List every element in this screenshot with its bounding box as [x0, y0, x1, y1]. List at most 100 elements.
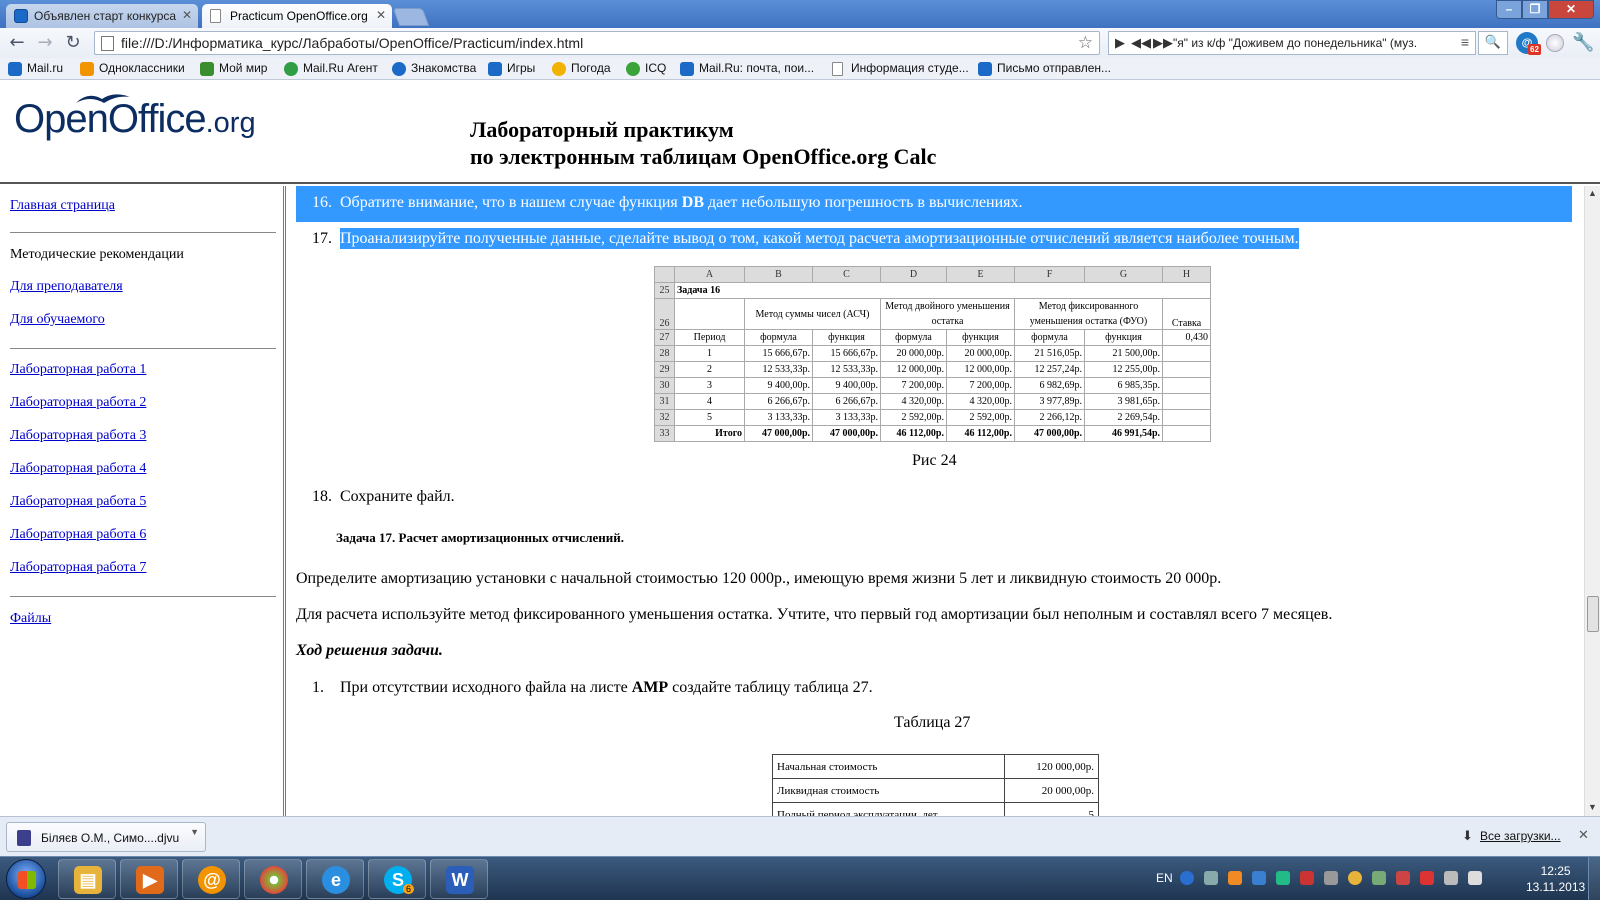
- play-icon[interactable]: ▶: [1115, 35, 1125, 51]
- taskbar-app-chrome[interactable]: [244, 859, 302, 899]
- bookmark-item[interactable]: Письмо отправлен...: [978, 61, 1111, 76]
- download-arrow-icon: ⬇: [1462, 828, 1473, 843]
- network-icon[interactable]: [1204, 871, 1218, 885]
- row-header: 30: [654, 377, 675, 394]
- tray-app-icon[interactable]: [1324, 871, 1338, 885]
- nav-lab-2-link[interactable]: Лабораторная работа 2: [10, 395, 146, 411]
- bookmark-star-icon[interactable]: ☆: [1078, 33, 1093, 53]
- media-player-widget[interactable]: ▶ ◀◀ ▶▶ "я" из к/ф "Доживем до понедельн…: [1108, 31, 1476, 55]
- sheet-cell: [1162, 393, 1211, 410]
- search-icon[interactable]: 🔍: [1478, 31, 1508, 55]
- new-tab-button[interactable]: [392, 8, 430, 26]
- page-header: OpenOffice.org Лабораторный практикум по…: [0, 81, 1600, 184]
- bookmark-label: Mail.Ru Агент: [303, 61, 378, 75]
- nav-student-link[interactable]: Для обучаемого: [10, 312, 105, 328]
- close-tab-icon[interactable]: ✕: [376, 8, 386, 22]
- bookmark-item[interactable]: Информация студе...: [832, 61, 969, 76]
- fast-forward-icon[interactable]: ▶▶: [1153, 35, 1173, 51]
- tray-app-icon[interactable]: [1348, 871, 1362, 885]
- tray-app-icon[interactable]: [1300, 871, 1314, 885]
- all-downloads-link[interactable]: ⬇ Все загрузки...: [1462, 828, 1561, 843]
- row-header: 28: [654, 345, 675, 362]
- reload-icon[interactable]: ↻: [62, 32, 84, 54]
- rewind-icon[interactable]: ◀◀: [1131, 35, 1151, 51]
- show-desktop-button[interactable]: [1588, 857, 1600, 900]
- scroll-down-arrow-icon[interactable]: ▼: [1588, 802, 1597, 812]
- mail-agent-icon[interactable]: @62: [1516, 32, 1541, 55]
- antivirus-icon[interactable]: [1276, 871, 1290, 885]
- extension-icon[interactable]: [1546, 34, 1564, 52]
- table-27: Начальная стоимость 120 000,00р. Ликвидн…: [772, 754, 1099, 816]
- download-item[interactable]: Біляєв О.М., Симо....djvu ▼: [6, 822, 206, 852]
- bookmark-item[interactable]: Одноклассники: [80, 61, 185, 76]
- bookmark-label: Mail.Ru: почта, пои...: [699, 61, 815, 75]
- wrench-icon[interactable]: 🔧: [1572, 32, 1594, 53]
- close-window-button[interactable]: ✕: [1548, 0, 1594, 19]
- vertical-scrollbar[interactable]: ▲ ▼: [1584, 186, 1600, 816]
- table-cell: Начальная стоимость: [772, 754, 1005, 779]
- signal-icon[interactable]: [1444, 871, 1458, 885]
- start-button[interactable]: [6, 859, 46, 899]
- taskbar-app-word[interactable]: W: [430, 859, 488, 899]
- bookmark-item[interactable]: ICQ: [626, 61, 666, 76]
- nav-lab-5-link[interactable]: Лабораторная работа 5: [10, 494, 146, 510]
- taskbar-app-skype[interactable]: S 6: [368, 859, 426, 899]
- seagull-logo-icon: [76, 94, 130, 103]
- scroll-up-arrow-icon[interactable]: ▲: [1588, 188, 1597, 198]
- solution-step-1: 1. При отсутствии исходного файла на лис…: [312, 679, 873, 697]
- close-icon[interactable]: ✕: [1578, 827, 1589, 843]
- address-bar[interactable]: file:///D:/Информатика_курс/Лабработы/Op…: [94, 31, 1100, 55]
- clock[interactable]: 12:25 13.11.2013: [1526, 863, 1585, 895]
- taskbar-app-media[interactable]: ▶: [120, 859, 178, 899]
- step-text: Сохраните файл.: [340, 488, 455, 505]
- bluetooth-icon[interactable]: [1252, 871, 1266, 885]
- bookmark-item[interactable]: Знакомства: [392, 61, 476, 76]
- mail-ru-icon: [978, 62, 992, 76]
- chevron-down-icon[interactable]: ▼: [190, 827, 199, 837]
- menu-icon[interactable]: ≡: [1461, 34, 1469, 50]
- sheet-cell: [1162, 361, 1211, 378]
- nav-home-link[interactable]: Главная страница: [10, 198, 115, 214]
- nav-lab-1-link[interactable]: Лабораторная работа 1: [10, 362, 146, 378]
- close-tab-icon[interactable]: ✕: [182, 8, 192, 22]
- table-row: Начальная стоимость 120 000,00р.: [772, 754, 1099, 779]
- tab-practicum[interactable]: Practicum OpenOffice.org ✕: [202, 4, 392, 28]
- taskbar-app-explorer[interactable]: ▤: [58, 859, 116, 899]
- windows-taskbar: ▤ ▶ @ e S 6 W EN 12:25 13.11.2013: [0, 856, 1600, 900]
- tray-app-icon[interactable]: [1372, 871, 1386, 885]
- maximize-button[interactable]: ❐: [1522, 0, 1548, 19]
- bookmark-item[interactable]: Игры: [488, 61, 535, 76]
- bookmark-item[interactable]: Мой мир: [200, 61, 267, 76]
- nav-teacher-link[interactable]: Для преподавателя: [10, 279, 123, 295]
- weather-icon: [552, 62, 566, 76]
- column-header: E: [946, 266, 1015, 283]
- volume-icon[interactable]: [1468, 871, 1482, 885]
- nav-lab-4-link[interactable]: Лабораторная работа 4: [10, 461, 146, 477]
- bookmark-item[interactable]: Mail.ru: [8, 61, 63, 76]
- nav-lab-3-link[interactable]: Лабораторная работа 3: [10, 428, 146, 444]
- back-arrow-icon[interactable]: ←: [6, 32, 28, 54]
- minimize-button[interactable]: –: [1496, 0, 1522, 19]
- sheet-cell: [674, 298, 745, 330]
- bookmark-item[interactable]: Mail.Ru Агент: [284, 61, 378, 76]
- bookmark-label: Одноклассники: [99, 61, 185, 75]
- sheet-cell: 3 133,33р.: [744, 409, 813, 426]
- tab-mail[interactable]: Объявлен старт конкурса ✕: [6, 4, 198, 28]
- language-indicator[interactable]: EN: [1156, 871, 1173, 885]
- table-row: Полный период эксплуатации, лет 5: [772, 802, 1099, 816]
- tray-app-icon[interactable]: [1396, 871, 1410, 885]
- bookmark-item[interactable]: Погода: [552, 61, 611, 76]
- taskbar-app-ie[interactable]: e: [306, 859, 364, 899]
- table-cell: 5: [1004, 802, 1099, 816]
- taskbar-app-mail-agent[interactable]: @: [182, 859, 240, 899]
- nav-lab-6-link[interactable]: Лабораторная работа 6: [10, 527, 146, 543]
- flag-icon[interactable]: [1420, 871, 1434, 885]
- bookmark-item[interactable]: Mail.Ru: почта, пои...: [680, 61, 815, 76]
- sheet-cell: 3 133,33р.: [812, 409, 881, 426]
- scroll-thumb[interactable]: [1587, 596, 1599, 632]
- forward-arrow-icon[interactable]: →: [34, 32, 56, 54]
- nav-lab-7-link[interactable]: Лабораторная работа 7: [10, 560, 146, 576]
- tray-app-icon[interactable]: [1228, 871, 1242, 885]
- help-icon[interactable]: [1180, 871, 1194, 885]
- nav-files-link[interactable]: Файлы: [10, 611, 51, 627]
